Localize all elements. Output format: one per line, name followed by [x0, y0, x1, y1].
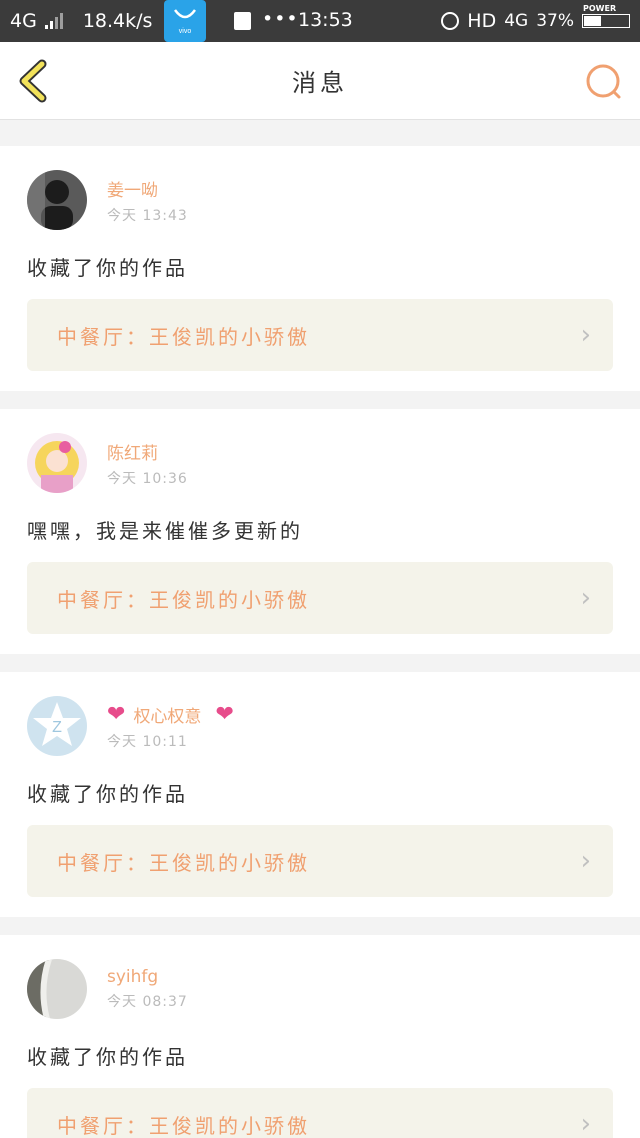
work-link[interactable]: 中餐厅：王俊凯的小骄傲 ›	[27, 299, 613, 371]
avatar[interactable]	[27, 433, 87, 493]
search-icon	[586, 64, 621, 99]
more-notifications-icon: •••	[262, 8, 299, 30]
network-type-2: 4G	[504, 11, 529, 31]
message-card[interactable]: 陈红莉 今天 10:36 嘿嘿，我是来催催多更新的 中餐厅：王俊凯的小骄傲 ›	[0, 409, 640, 654]
avatar[interactable]: Z	[27, 696, 87, 756]
user-name[interactable]: syihfg	[107, 967, 188, 987]
message-card[interactable]: syihfg 今天 08:37 收藏了你的作品 中餐厅：王俊凯的小骄傲 ›	[0, 935, 640, 1138]
avatar[interactable]	[27, 170, 87, 230]
back-button[interactable]	[14, 58, 54, 104]
work-title: 中餐厅：王俊凯的小骄傲	[57, 850, 310, 875]
work-title: 中餐厅：王俊凯的小骄傲	[57, 587, 310, 612]
vivo-appstore-icon[interactable]: vivo	[164, 0, 206, 42]
clock: 13:53	[298, 9, 353, 31]
battery-fill	[584, 16, 602, 26]
svg-text:Z: Z	[52, 719, 62, 736]
message-list: 姜一呦 今天 13:43 收藏了你的作品 中餐厅：王俊凯的小骄傲 › 陈红莉 今…	[0, 120, 640, 1138]
hd-indicator: HD	[467, 10, 497, 32]
page-title: 消息	[292, 69, 348, 97]
status-bar: 4G 18.4k/s vivo ••• 13:53 HD 4G 37% POWE…	[0, 0, 640, 42]
message-time: 今天 10:11	[107, 733, 188, 750]
network-speed: 18.4k/s	[82, 10, 153, 32]
nav-bar: 消息	[0, 42, 640, 120]
message-text: 收藏了你的作品	[27, 782, 188, 806]
battery-label: POWER	[583, 4, 617, 13]
vivo-label: vivo	[179, 28, 192, 35]
user-name[interactable]: 陈红莉	[107, 439, 188, 464]
user-name-row[interactable]: ❤ 权心权意 ❤	[107, 702, 234, 727]
message-time: 今天 13:43	[107, 207, 188, 224]
work-link[interactable]: 中餐厅：王俊凯的小骄傲 ›	[27, 1088, 613, 1138]
signal-icon	[44, 13, 63, 29]
search-button[interactable]	[584, 62, 624, 102]
user-name: 权心权意	[133, 706, 202, 727]
user-name[interactable]: 姜一呦	[107, 176, 188, 201]
chevron-right-icon: ›	[580, 320, 591, 350]
work-link[interactable]: 中餐厅：王俊凯的小骄傲 ›	[27, 562, 613, 634]
chevron-right-icon: ›	[580, 1109, 591, 1138]
message-text: 收藏了你的作品	[27, 1045, 188, 1069]
message-time: 今天 10:36	[107, 470, 188, 487]
message-text: 嘿嘿，我是来催催多更新的	[27, 519, 303, 543]
work-link[interactable]: 中餐厅：王俊凯的小骄傲 ›	[27, 825, 613, 897]
shopping-bag-icon	[234, 12, 251, 30]
chevron-right-icon: ›	[580, 846, 591, 876]
message-text: 收藏了你的作品	[27, 256, 188, 280]
message-time: 今天 08:37	[107, 994, 188, 1010]
chevron-left-icon	[19, 59, 47, 103]
heart-icon: ❤	[215, 701, 234, 727]
message-card[interactable]: 姜一呦 今天 13:43 收藏了你的作品 中餐厅：王俊凯的小骄傲 ›	[0, 146, 640, 391]
battery-icon: POWER	[582, 4, 630, 28]
avatar[interactable]	[27, 959, 87, 1019]
battery-percent: 37%	[536, 11, 574, 31]
chevron-right-icon: ›	[580, 583, 591, 613]
network-type: 4G	[10, 10, 37, 32]
message-card[interactable]: Z ❤ 权心权意 ❤ 今天 10:11 收藏了你的作品 中餐厅：王俊凯的小骄傲 …	[0, 672, 640, 917]
alarm-icon	[441, 12, 460, 30]
work-title: 中餐厅：王俊凯的小骄傲	[57, 1113, 310, 1138]
heart-icon: ❤	[107, 701, 126, 727]
work-title: 中餐厅：王俊凯的小骄傲	[57, 324, 310, 349]
